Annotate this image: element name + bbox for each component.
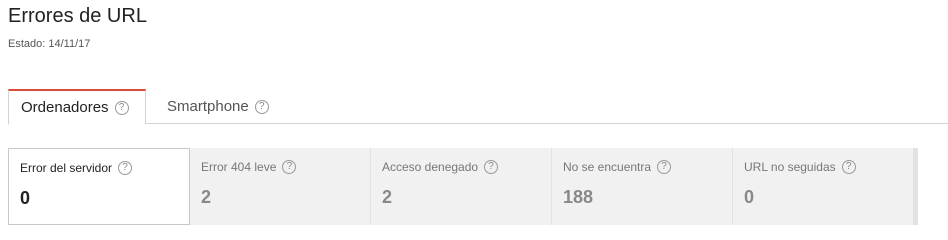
cards-scroll-edge	[914, 148, 918, 225]
card-count: 0	[744, 187, 755, 207]
status-date: Estado: 14/11/17	[8, 38, 91, 50]
card-label: No se encuentra	[563, 160, 652, 174]
help-icon[interactable]: ?	[118, 161, 133, 175]
page-title: Errores de URL	[8, 5, 147, 27]
card-count: 188	[563, 187, 594, 207]
card-count: 2	[382, 187, 393, 207]
tab-label: Smartphone	[167, 98, 249, 115]
tab-label: Ordenadores	[21, 99, 109, 116]
card-label: URL no seguidas	[744, 160, 836, 174]
card-label: Acceso denegado	[382, 160, 479, 174]
card-label: Error del servidor	[20, 161, 113, 175]
card-label: Error 404 leve	[201, 160, 277, 174]
card-not-followed[interactable]: URL no seguidas ? 0	[733, 148, 914, 225]
help-icon[interactable]: ?	[114, 100, 129, 115]
help-icon[interactable]: ?	[484, 160, 499, 174]
help-icon[interactable]: ?	[657, 160, 672, 174]
card-not-found[interactable]: No se encuentra ? 188	[552, 148, 733, 225]
tab-smartphone[interactable]: Smartphone ?	[146, 89, 286, 124]
card-access-denied[interactable]: Acceso denegado ? 2	[371, 148, 552, 225]
card-count: 0	[20, 188, 31, 208]
card-count: 2	[201, 187, 212, 207]
device-tabs: Ordenadores ? Smartphone ?	[8, 89, 948, 125]
error-category-cards: Error del servidor ? 0 Error 404 leve ? …	[8, 148, 948, 226]
card-server-error[interactable]: Error del servidor ? 0	[8, 148, 190, 225]
help-icon[interactable]: ?	[254, 99, 269, 114]
card-soft-404[interactable]: Error 404 leve ? 2	[190, 148, 371, 225]
help-icon[interactable]: ?	[282, 160, 297, 174]
tab-ordenadores[interactable]: Ordenadores ?	[8, 89, 146, 125]
help-icon[interactable]: ?	[841, 160, 856, 174]
